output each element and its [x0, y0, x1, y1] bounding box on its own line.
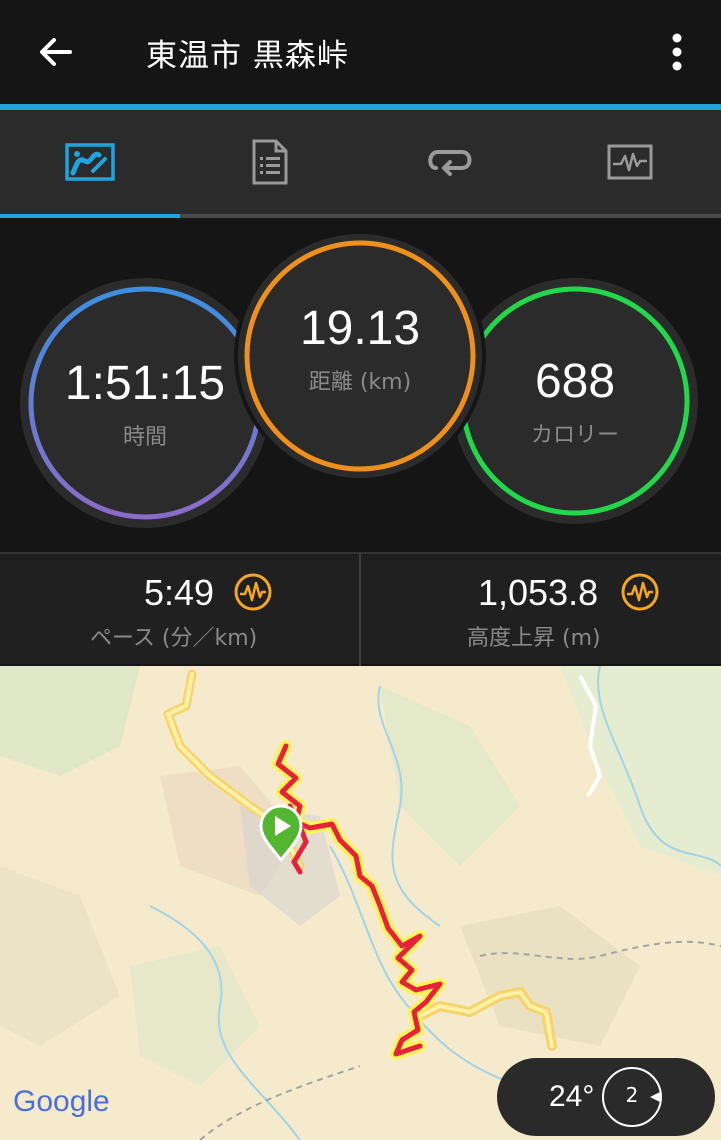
- elevation-stat[interactable]: 1,053.8 高度上昇 (m): [361, 554, 721, 666]
- wind-direction-icon: 2: [602, 1067, 662, 1127]
- calories-label: カロリー: [530, 422, 619, 448]
- app-bar: 東温市 黒森峠: [0, 0, 721, 104]
- elevation-value: 1,053.8: [478, 572, 599, 613]
- more-vertical-icon[interactable]: [662, 30, 692, 74]
- elevation-label: 高度上昇 (m): [467, 626, 601, 651]
- distance-ring: 19.13 距離 (km): [234, 230, 486, 482]
- play-pin-icon[interactable]: [258, 804, 304, 863]
- calories-ring: 688 カロリー: [452, 278, 698, 524]
- time-label: 時間: [122, 424, 167, 450]
- tab-overview[interactable]: [0, 110, 180, 214]
- summary-panel: 1:51:15 時間 688 カロリー 19.13 距離 (km): [0, 218, 721, 552]
- google-attribution: Google: [13, 1085, 110, 1118]
- tab-charts[interactable]: [540, 110, 720, 214]
- map-chart-icon: [65, 143, 115, 181]
- calories-value: 688: [534, 354, 616, 408]
- stats-row: 5:49 ペース (分／km) 1,053.8 高度上昇 (m): [0, 552, 721, 666]
- temperature-value: 24°: [549, 1080, 595, 1113]
- performance-wave-icon: [233, 572, 273, 612]
- activity-graph-icon: [607, 144, 653, 180]
- performance-wave-icon: [620, 572, 660, 612]
- tab-laps[interactable]: [360, 110, 540, 214]
- pace-value: 5:49: [144, 572, 215, 613]
- tab-bar: [0, 110, 721, 218]
- distance-value: 19.13: [299, 301, 421, 355]
- page-title: 東温市 黒森峠: [146, 38, 349, 74]
- time-value: 1:51:15: [64, 356, 226, 410]
- tab-details[interactable]: [180, 110, 360, 214]
- distance-label: 距離 (km): [308, 369, 412, 395]
- pace-stat[interactable]: 5:49 ペース (分／km): [0, 554, 360, 666]
- pace-label: ペース (分／km): [90, 626, 258, 651]
- arrow-left-icon[interactable]: [36, 32, 76, 72]
- time-ring: 1:51:15 時間: [20, 278, 270, 528]
- loop-icon: [428, 150, 472, 176]
- weather-badge[interactable]: 24° 2: [497, 1058, 715, 1136]
- document-list-icon: [252, 139, 288, 185]
